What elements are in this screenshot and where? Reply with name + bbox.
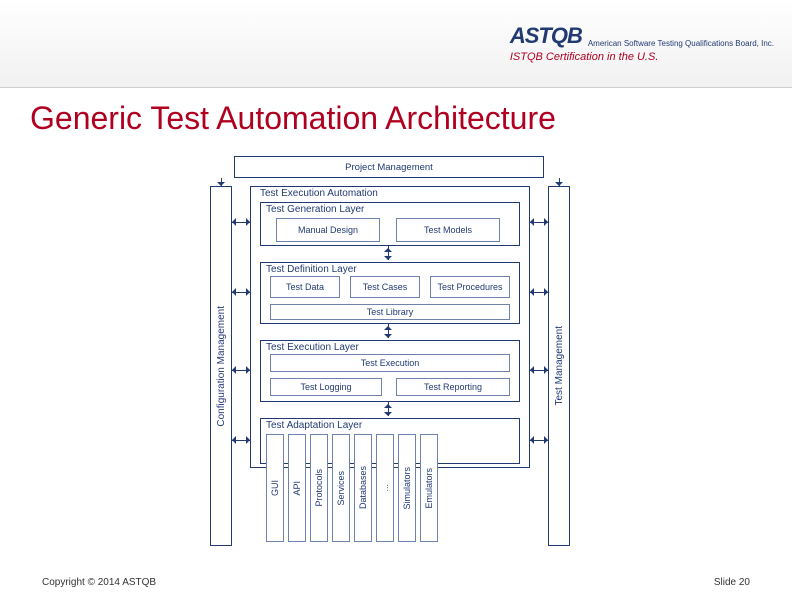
footer-copyright: Copyright © 2014 ASTQB bbox=[42, 577, 156, 588]
header-bar: ASTQB American Software Testing Qualific… bbox=[0, 0, 792, 88]
label-config-management: Configuration Management bbox=[216, 306, 227, 427]
col-emulators: Emulators bbox=[420, 434, 438, 542]
col-gui: GUI bbox=[266, 434, 284, 542]
architecture-diagram: Project Management Configuration Managem… bbox=[210, 156, 580, 562]
label-test-management: Test Management bbox=[554, 326, 565, 406]
box-test-library: Test Library bbox=[270, 304, 510, 320]
col-protocols: Protocols bbox=[310, 434, 328, 542]
logo-tagline: ISTQB Certification in the U.S. bbox=[510, 51, 659, 63]
label-adaptation-layer: Test Adaptation Layer bbox=[266, 420, 362, 431]
box-project-management: Project Management bbox=[234, 156, 544, 178]
box-test-models: Test Models bbox=[396, 218, 500, 242]
col-ellipsis: ... bbox=[376, 434, 394, 542]
col-services: Services bbox=[332, 434, 350, 542]
label-execution-layer: Test Execution Layer bbox=[266, 342, 359, 353]
col-api: API bbox=[288, 434, 306, 542]
page-title: Generic Test Automation Architecture bbox=[30, 100, 762, 137]
box-test-logging: Test Logging bbox=[270, 378, 382, 396]
label-tea: Test Execution Automation bbox=[260, 188, 378, 199]
label-generation-layer: Test Generation Layer bbox=[266, 204, 364, 215]
col-simulators: Simulators bbox=[398, 434, 416, 542]
box-test-procedures: Test Procedures bbox=[430, 276, 510, 298]
box-test-cases: Test Cases bbox=[350, 276, 420, 298]
logo-block: ASTQB American Software Testing Qualific… bbox=[510, 24, 774, 62]
box-test-execution: Test Execution bbox=[270, 354, 510, 372]
footer-slide-number: Slide 20 bbox=[714, 577, 750, 588]
label-definition-layer: Test Definition Layer bbox=[266, 264, 357, 275]
box-test-data: Test Data bbox=[270, 276, 340, 298]
logo-text: ASTQB bbox=[510, 24, 582, 48]
box-manual-design: Manual Design bbox=[276, 218, 380, 242]
box-test-reporting: Test Reporting bbox=[396, 378, 510, 396]
col-databases: Databases bbox=[354, 434, 372, 542]
logo-subtext: American Software Testing Qualifications… bbox=[588, 40, 774, 49]
